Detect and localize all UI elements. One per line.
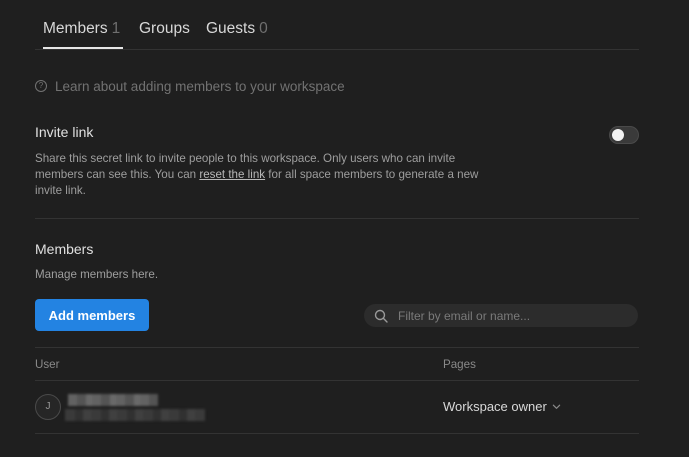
role-label: Workspace owner xyxy=(443,399,547,414)
tab-members-count: 1 xyxy=(111,20,121,37)
table-top-divider xyxy=(35,347,639,348)
tab-guests-count: 0 xyxy=(259,20,268,37)
chevron-down-icon xyxy=(552,404,561,409)
members-settings-page: Members 1 Groups Guests 0 ? Learn about ad… xyxy=(0,0,689,457)
tab-bar: Members 1 Groups Guests 0 xyxy=(35,0,639,50)
table-bottom-divider xyxy=(35,433,639,434)
learn-members-link-text: Learn about adding members to your works… xyxy=(55,78,345,94)
search-icon xyxy=(374,309,388,323)
invite-link-description: Share this secret link to invite people … xyxy=(35,151,495,199)
member-search[interactable] xyxy=(364,304,638,327)
add-members-button[interactable]: Add members xyxy=(35,299,149,331)
members-title: Members xyxy=(35,241,94,257)
redacted-user-email xyxy=(65,409,205,421)
role-dropdown[interactable]: Workspace owner xyxy=(443,399,561,414)
toggle-knob xyxy=(612,129,624,141)
tab-guests-label: Guests xyxy=(206,20,256,37)
learn-members-link[interactable]: ? Learn about adding members to your wor… xyxy=(35,77,345,95)
column-header-pages: Pages xyxy=(443,358,476,371)
section-divider xyxy=(35,218,639,219)
tab-groups[interactable]: Groups xyxy=(139,20,190,49)
reset-link[interactable]: reset the link xyxy=(199,168,265,181)
redacted-user-name xyxy=(68,394,158,406)
avatar: J xyxy=(35,394,61,420)
help-circle-icon: ? xyxy=(35,80,47,92)
table-row: J Workspace owner xyxy=(35,381,639,433)
tab-guests[interactable]: Guests 0 xyxy=(206,20,268,49)
column-header-user: User xyxy=(35,358,60,371)
invite-link-title: Invite link xyxy=(35,124,94,140)
member-search-input[interactable] xyxy=(398,308,618,323)
tab-members-label: Members xyxy=(43,20,108,37)
tab-groups-label: Groups xyxy=(139,20,190,37)
members-description: Manage members here. xyxy=(35,268,159,281)
tab-members[interactable]: Members 1 xyxy=(43,20,123,49)
invite-link-toggle[interactable] xyxy=(609,126,639,144)
